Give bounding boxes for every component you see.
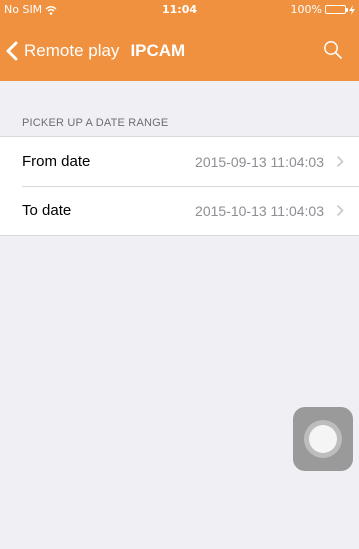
chevron-right-icon xyxy=(336,204,344,217)
page-title: IPCAM xyxy=(130,41,186,60)
to-date-value: 2015-10-13 11:04:03 xyxy=(195,203,324,219)
search-icon[interactable] xyxy=(323,40,343,60)
back-label: Remote play xyxy=(24,41,120,60)
section-header: PICKER UP A DATE RANGE xyxy=(22,117,169,129)
assistive-touch-ring xyxy=(304,420,342,458)
battery-charging-icon xyxy=(325,4,355,15)
battery-percent: 100% xyxy=(290,3,322,16)
battery-tip xyxy=(346,7,348,12)
to-date-row[interactable]: To date 2015-10-13 11:04:03 xyxy=(0,186,359,235)
from-date-value: 2015-09-13 11:04:03 xyxy=(195,154,324,170)
status-bar: No SIM 11:04 100% xyxy=(0,0,359,19)
chevron-left-icon xyxy=(6,41,18,61)
navigation-bar: Remote play IPCAM xyxy=(0,19,359,81)
chevron-right-icon xyxy=(336,155,344,168)
from-date-label: From date xyxy=(22,153,91,170)
assistive-touch-button[interactable] xyxy=(293,407,353,471)
back-button[interactable]: Remote play IPCAM xyxy=(6,38,185,64)
charging-bolt-icon xyxy=(349,4,355,15)
battery-body xyxy=(325,5,346,14)
battery-group: 100% xyxy=(291,3,355,16)
date-range-list: From date 2015-09-13 11:04:03 To date 20… xyxy=(0,136,359,236)
to-date-label: To date xyxy=(22,202,72,219)
assistive-touch-core xyxy=(309,425,337,453)
from-date-row[interactable]: From date 2015-09-13 11:04:03 xyxy=(0,137,359,186)
